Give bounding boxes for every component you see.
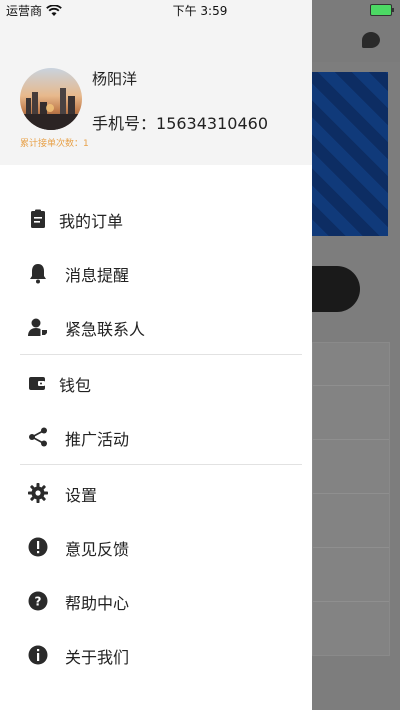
status-bar: 运营商 下午 3:59 — [0, 0, 400, 20]
menu-item-notifications[interactable]: 消息提醒 — [0, 252, 312, 292]
menu-item-my-orders[interactable]: 我的订单 — [0, 198, 312, 238]
menu-label-settings: 设置 — [65, 486, 98, 505]
side-drawer: 杨阳洋 手机号：15634310460 累计接单次数：1 我的订单 消息提醒 紧… — [0, 0, 312, 710]
contact-person-icon — [28, 318, 47, 336]
menu-label-notifications: 消息提醒 — [65, 266, 130, 285]
menu-label-emergency-contact: 紧急联系人 — [65, 320, 146, 339]
menu-label-about-us: 关于我们 — [65, 648, 130, 667]
bell-icon — [30, 264, 46, 284]
menu-item-settings[interactable]: 设置 — [0, 472, 312, 512]
phone-label: 手机号： — [92, 114, 157, 133]
menu-label-my-orders: 我的订单 — [59, 212, 124, 231]
order-count: 累计接单次数：1 — [20, 139, 89, 149]
menu-item-emergency-contact[interactable]: 紧急联系人 — [0, 306, 312, 346]
feedback-icon — [28, 537, 48, 557]
svg-text:?: ? — [35, 595, 42, 609]
username: 杨阳洋 — [92, 70, 138, 88]
info-icon — [28, 645, 48, 665]
gear-icon — [28, 483, 48, 503]
battery-icon — [370, 4, 394, 16]
background-button — [312, 266, 360, 312]
share-icon — [29, 427, 47, 447]
help-icon: ? — [28, 591, 48, 611]
menu-item-wallet[interactable]: 钱包 — [0, 362, 312, 402]
status-time: 下午 3:59 — [172, 4, 228, 18]
background-list-card — [312, 342, 390, 656]
menu-label-feedback: 意见反馈 — [65, 540, 130, 559]
menu-item-help-center[interactable]: ? 帮助中心 — [0, 580, 312, 620]
phone-number: 手机号：15634310460 — [92, 110, 268, 134]
menu-label-promotions: 推广活动 — [65, 430, 130, 449]
menu-divider — [20, 464, 302, 465]
menu-divider — [20, 354, 302, 355]
profile-header: 杨阳洋 手机号：15634310460 累计接单次数：1 — [0, 0, 312, 165]
menu-label-wallet: 钱包 — [59, 376, 92, 395]
clipboard-icon — [31, 209, 45, 228]
menu-item-about-us[interactable]: 关于我们 — [0, 634, 312, 674]
background-app-overlay[interactable] — [312, 0, 400, 710]
menu-label-help-center: 帮助中心 — [65, 594, 130, 613]
avatar[interactable] — [20, 68, 82, 130]
chat-icon — [362, 32, 380, 48]
phone-value: 15634310460 — [156, 114, 268, 133]
wallet-icon — [29, 377, 45, 390]
background-banner — [312, 72, 388, 236]
menu-item-promotions[interactable]: 推广活动 — [0, 416, 312, 456]
menu-item-feedback[interactable]: 意见反馈 — [0, 526, 312, 566]
